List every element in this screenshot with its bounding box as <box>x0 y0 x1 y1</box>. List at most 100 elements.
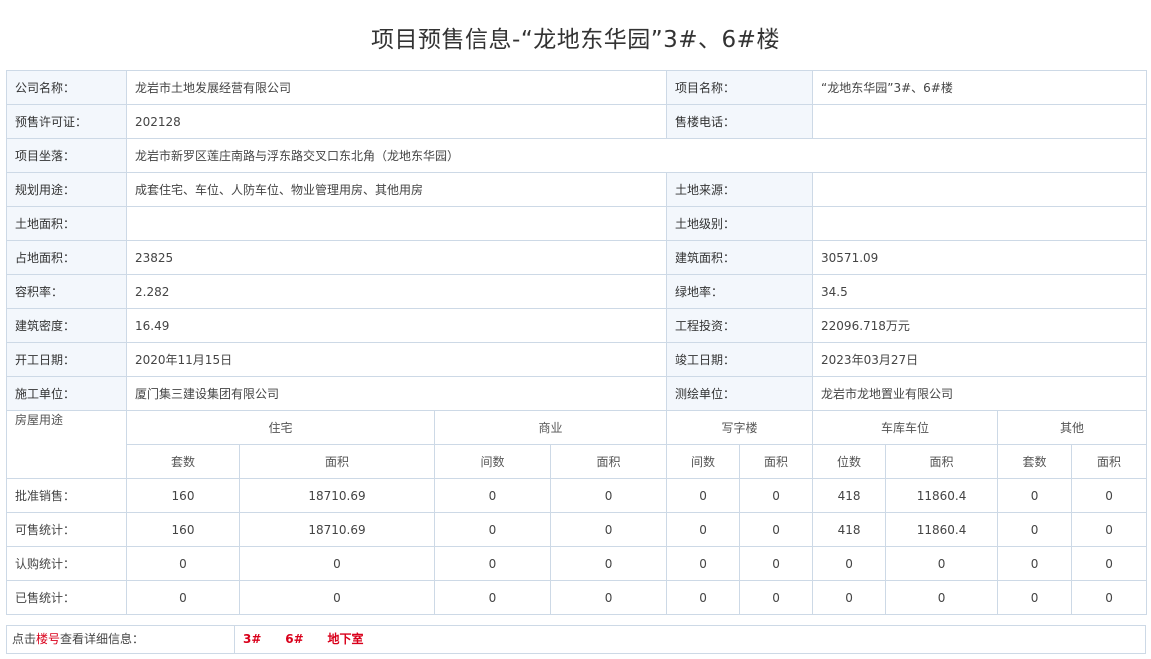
stats-cell: 0 <box>739 546 814 581</box>
stats-cell: 0 <box>1071 580 1148 615</box>
stats-row: 已售统计： 0 0 0 0 0 0 0 0 0 0 <box>6 580 1148 615</box>
building-link-3[interactable]: 3# <box>243 632 261 646</box>
stats-cell: 0 <box>434 478 551 513</box>
row-land-area: 土地面积： 土地级别： <box>6 206 1148 241</box>
stats-cell: 0 <box>812 546 887 581</box>
row-builder: 施工单位： 厦门集三建设集团有限公司 测绘单位： 龙岩市龙地置业有限公司 <box>6 376 1148 411</box>
building-links-label: 点击楼号查看详细信息： <box>7 626 235 653</box>
build-area-value: 30571.09 <box>812 240 1148 275</box>
stats-group-header-row: 房屋用途 住宅 商业 写字楼 车库车位 其他 <box>6 410 1148 479</box>
start-date-label: 开工日期： <box>6 342 127 377</box>
stats-row-label: 批准销售： <box>6 478 127 513</box>
stats-cell: 18710.69 <box>239 512 435 547</box>
footer-highlight: 楼号 <box>36 632 61 646</box>
usage-value: 成套住宅、车位、人防车位、物业管理用房、其他用房 <box>125 172 668 207</box>
page-title: 项目预售信息-“龙地东华园”3#、6#楼 <box>371 27 780 53</box>
land-area-value <box>125 206 668 241</box>
stats-cell: 0 <box>549 546 668 581</box>
stats-cell: 0 <box>739 478 814 513</box>
building-links: 3# 6# 地下室 <box>243 626 383 653</box>
stats-cell: 0 <box>997 546 1073 581</box>
density-label: 建筑密度： <box>6 308 127 343</box>
project-value: “龙地东华园”3#、6#楼 <box>812 70 1148 105</box>
stats-cell: 418 <box>812 512 887 547</box>
presale-info-table: 公司名称： 龙岩市土地发展经营有限公司 项目名称： “龙地东华园”3#、6#楼 … <box>6 70 1148 615</box>
location-value: 龙岩市新罗区莲庄南路与浮东路交叉口东北角（龙地东华园） <box>125 138 1148 173</box>
start-date-value: 2020年11月15日 <box>125 342 668 377</box>
stats-cell: 418 <box>812 478 887 513</box>
plot-ratio-label: 容积率： <box>6 274 127 309</box>
finish-date-label: 竣工日期： <box>666 342 814 377</box>
usage-label: 规划用途： <box>6 172 127 207</box>
company-label: 公司名称： <box>6 70 127 105</box>
surveyor-label: 测绘单位： <box>666 376 814 411</box>
stats-row: 认购统计： 0 0 0 0 0 0 0 0 0 0 <box>6 546 1148 581</box>
company-value: 龙岩市土地发展经营有限公司 <box>125 70 668 105</box>
stats-cell: 0 <box>239 546 435 581</box>
subheader-cell: 面积 <box>549 444 668 479</box>
stats-cell: 0 <box>666 580 741 615</box>
stats-cell: 11860.4 <box>885 512 999 547</box>
row-plot-ratio: 容积率： 2.282 绿地率： 34.5 <box>6 274 1148 309</box>
project-label: 项目名称： <box>666 70 814 105</box>
stats-cell: 0 <box>1071 478 1148 513</box>
row-density: 建筑密度： 16.49 工程投资： 22096.718万元 <box>6 308 1148 343</box>
building-link-basement[interactable]: 地下室 <box>327 632 363 646</box>
stats-cell: 0 <box>1071 546 1148 581</box>
building-links-bar: 点击楼号查看详细信息： 3# 6# 地下室 <box>6 625 1146 654</box>
stats-row: 批准销售： 160 18710.69 0 0 0 0 418 11860.4 0 0 <box>6 478 1148 513</box>
stats-cell: 0 <box>126 546 240 581</box>
stats-cell: 0 <box>739 512 814 547</box>
land-grade-value <box>812 206 1148 241</box>
phone-label: 售楼电话： <box>666 104 814 139</box>
stats-row-label: 认购统计： <box>6 546 127 581</box>
stats-cell: 0 <box>549 580 668 615</box>
stats-cell: 0 <box>885 546 999 581</box>
stats-cell: 0 <box>739 580 814 615</box>
stats-cell: 0 <box>434 546 551 581</box>
plot-ratio-value: 2.282 <box>125 274 668 309</box>
stats-row: 可售统计： 160 18710.69 0 0 0 0 418 11860.4 0 0 <box>6 512 1148 547</box>
density-value: 16.49 <box>125 308 668 343</box>
stats-cell: 11860.4 <box>885 478 999 513</box>
group-other: 其他 <box>997 410 1148 445</box>
row-permit: 预售许可证： 202128 售楼电话： <box>6 104 1148 139</box>
group-commercial: 商业 <box>433 410 668 445</box>
land-area-label: 土地面积： <box>6 206 127 241</box>
stats-cell: 0 <box>239 580 435 615</box>
subheader-cell: 面积 <box>739 444 814 479</box>
builder-label: 施工单位： <box>6 376 127 411</box>
phone-value <box>812 104 1148 139</box>
footer-prefix: 点击 <box>12 632 37 646</box>
subheader-cell: 间数 <box>666 444 741 479</box>
row-location: 项目坐落： 龙岩市新罗区莲庄南路与浮东路交叉口东北角（龙地东华园） <box>6 138 1148 173</box>
row-site-area: 占地面积： 23825 建筑面积： 30571.09 <box>6 240 1148 275</box>
footer-suffix: 查看详细信息： <box>60 632 145 646</box>
subheader-cell: 面积 <box>885 444 999 479</box>
stats-cell: 0 <box>1071 512 1148 547</box>
location-label: 项目坐落： <box>6 138 127 173</box>
land-grade-label: 土地级别： <box>666 206 814 241</box>
stats-cell: 0 <box>434 512 551 547</box>
stats-row-label: 可售统计： <box>6 512 127 547</box>
builder-value: 厦门集三建设集团有限公司 <box>125 376 668 411</box>
stats-cell: 0 <box>997 580 1073 615</box>
subheader-cell: 套数 <box>126 444 240 479</box>
usage-header: 房屋用途 <box>6 410 127 479</box>
stats-cell: 160 <box>126 478 240 513</box>
stats-cell: 0 <box>885 580 999 615</box>
permit-value: 202128 <box>125 104 668 139</box>
stats-cell: 0 <box>549 512 668 547</box>
stats-cell: 160 <box>126 512 240 547</box>
group-residential: 住宅 <box>126 410 435 445</box>
subheader-cell: 套数 <box>997 444 1073 479</box>
building-link-6[interactable]: 6# <box>285 632 303 646</box>
stats-cell: 0 <box>666 478 741 513</box>
green-ratio-label: 绿地率： <box>666 274 814 309</box>
site-area-label: 占地面积： <box>6 240 127 275</box>
investment-label: 工程投资： <box>666 308 814 343</box>
green-ratio-value: 34.5 <box>812 274 1148 309</box>
subheader-cell: 面积 <box>1071 444 1148 479</box>
subheader-cell: 间数 <box>434 444 551 479</box>
site-area-value: 23825 <box>125 240 668 275</box>
